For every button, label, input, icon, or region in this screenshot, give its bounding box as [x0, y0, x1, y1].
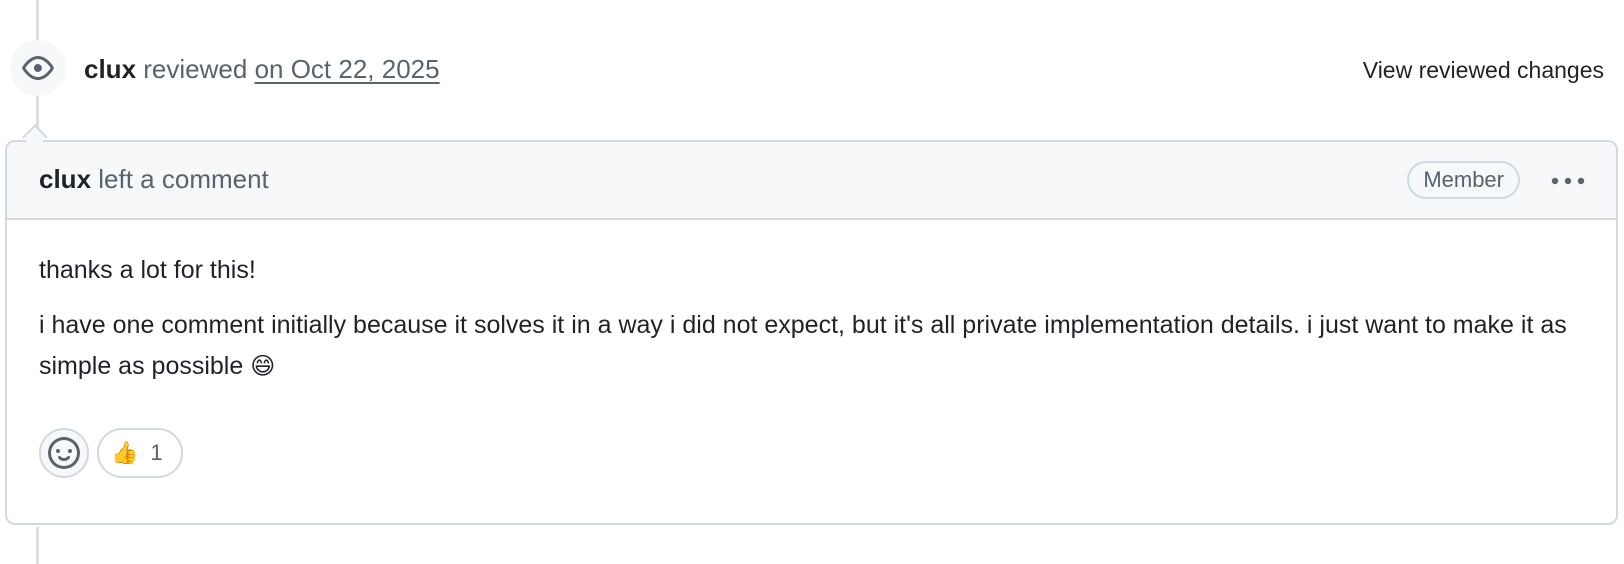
event-author[interactable]: clux — [84, 54, 136, 84]
kebab-horizontal-icon[interactable] — [1548, 168, 1588, 194]
view-reviewed-changes-link[interactable]: View reviewed changes — [1363, 56, 1604, 84]
timeline-line — [36, 527, 39, 564]
grinning-emoji: 😄 — [250, 353, 276, 380]
comment-header-text: clux left a comment — [39, 164, 269, 194]
event-date-link[interactable]: on Oct 22, 2025 — [255, 54, 440, 84]
comment-action: left a comment — [98, 164, 269, 194]
comment-card: clux left a comment Member thanks a lot … — [5, 140, 1618, 525]
comment-paragraph: i have one comment initially because it … — [39, 305, 1584, 387]
comment-header: clux left a comment Member — [7, 142, 1616, 220]
review-event: clux reviewed on Oct 22, 2025 View revie… — [10, 40, 1604, 96]
role-badge: Member — [1407, 161, 1520, 199]
event-action: reviewed — [143, 54, 248, 84]
smiley-icon[interactable] — [39, 428, 89, 478]
reaction-count: 1 — [150, 440, 163, 465]
event-summary: clux reviewed on Oct 22, 2025 — [84, 54, 440, 84]
reactions-bar: 👍 1 — [39, 428, 183, 478]
thumbs-up-reaction[interactable]: 👍 1 — [97, 428, 183, 478]
comment-body: thanks a lot for this! i have one commen… — [7, 220, 1616, 387]
comment-paragraph: thanks a lot for this! — [39, 256, 256, 284]
eye-icon — [10, 40, 66, 96]
comment-author[interactable]: clux — [39, 164, 91, 194]
timeline-line — [36, 0, 39, 40]
thumbs-up-icon: 👍 — [111, 440, 139, 465]
